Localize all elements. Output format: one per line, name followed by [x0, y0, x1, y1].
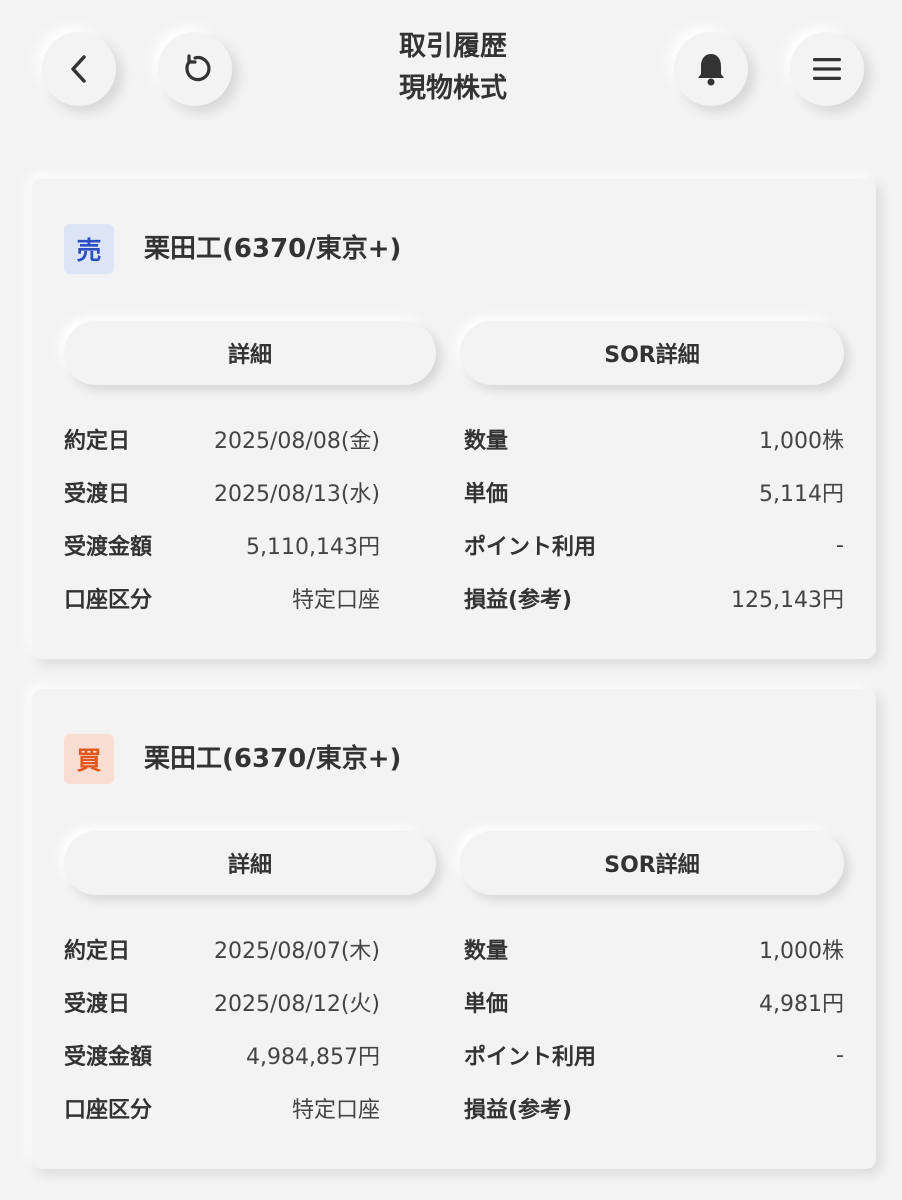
detail-button[interactable]: 詳細: [64, 321, 436, 385]
field-value: 特定口座: [291, 588, 380, 613]
menu-button[interactable]: [790, 32, 864, 106]
page-title-line1: 取引履歴: [399, 31, 507, 62]
field-label: 損益(参考): [464, 588, 573, 613]
unit-price-row: 単価 5,114円: [464, 474, 844, 510]
point-usage-row: ポイント利用 -: [464, 527, 844, 563]
sor-detail-button[interactable]: SOR詳細: [460, 831, 844, 895]
buy-badge: 買: [64, 734, 114, 784]
field-label: ポイント利用: [464, 535, 597, 560]
field-label: 口座区分: [64, 1098, 153, 1123]
settlement-date-row: 受渡日 2025/08/12(火): [64, 984, 380, 1020]
field-label: 約定日: [64, 939, 131, 964]
trade-date-row: 約定日 2025/08/08(金): [64, 421, 380, 457]
unit-price-row: 単価 4,981円: [464, 984, 844, 1020]
field-value: 4,984,857円: [246, 1045, 380, 1070]
profit-loss-row: 損益(参考) 125,143円: [464, 580, 844, 616]
notification-button[interactable]: [674, 32, 748, 106]
field-value: 2025/08/08(金): [214, 429, 380, 454]
hamburger-menu-icon: [811, 55, 843, 83]
reload-button[interactable]: [158, 32, 232, 106]
field-value: 4,981円: [759, 992, 844, 1017]
field-label: 受渡日: [64, 992, 131, 1017]
reload-icon: [179, 53, 211, 85]
trade-date-row: 約定日 2025/08/07(木): [64, 931, 380, 967]
field-value: 2025/08/12(火): [214, 992, 380, 1017]
sor-detail-button[interactable]: SOR詳細: [460, 321, 844, 385]
sell-badge: 売: [64, 224, 114, 274]
field-value: -: [836, 532, 844, 558]
bell-icon: [695, 51, 727, 87]
field-label: 単価: [464, 992, 509, 1017]
field-value: 5,110,143円: [246, 535, 380, 560]
field-label: 口座区分: [64, 588, 153, 613]
trade-card: 売 栗田工(6370/東京+) 詳細 SOR詳細 約定日 2025/08/08(…: [32, 179, 876, 659]
account-type-row: 口座区分 特定口座: [64, 580, 380, 616]
page-title-line2: 現物株式: [399, 73, 507, 104]
field-value: 1,000株: [759, 939, 844, 964]
account-type-row: 口座区分 特定口座: [64, 1090, 380, 1126]
page-title: 取引履歴 現物株式: [300, 26, 606, 110]
settlement-date-row: 受渡日 2025/08/13(水): [64, 474, 380, 510]
back-button[interactable]: [42, 32, 116, 106]
field-label: 受渡金額: [64, 535, 153, 560]
field-label: 受渡金額: [64, 1045, 153, 1070]
field-label: 約定日: [64, 429, 131, 454]
settlement-amount-row: 受渡金額 4,984,857円: [64, 1037, 380, 1073]
field-label: 数量: [464, 429, 509, 454]
field-value: 5,114円: [759, 482, 844, 507]
trade-card: 買 栗田工(6370/東京+) 詳細 SOR詳細 約定日 2025/08/07(…: [32, 689, 876, 1169]
quantity-row: 数量 1,000株: [464, 421, 844, 457]
app-header: 取引履歴 現物株式: [0, 0, 902, 150]
profit-loss-row: 損益(参考): [464, 1090, 844, 1126]
settlement-amount-row: 受渡金額 5,110,143円: [64, 527, 380, 563]
field-value: -: [836, 1042, 844, 1068]
field-label: 損益(参考): [464, 1098, 573, 1123]
field-value: 2025/08/13(水): [214, 482, 380, 507]
point-usage-row: ポイント利用 -: [464, 1037, 844, 1073]
field-label: 数量: [464, 939, 509, 964]
field-value: 1,000株: [759, 429, 844, 454]
field-value: 特定口座: [291, 1098, 380, 1123]
field-label: 単価: [464, 482, 509, 507]
field-value: 2025/08/07(木): [214, 939, 380, 964]
field-value: 125,143円: [731, 588, 844, 613]
detail-button[interactable]: 詳細: [64, 831, 436, 895]
stock-name: 栗田工(6370/東京+): [144, 234, 402, 264]
stock-name: 栗田工(6370/東京+): [144, 744, 402, 774]
chevron-left-icon: [68, 54, 90, 84]
field-label: 受渡日: [64, 482, 131, 507]
field-label: ポイント利用: [464, 1045, 597, 1070]
quantity-row: 数量 1,000株: [464, 931, 844, 967]
